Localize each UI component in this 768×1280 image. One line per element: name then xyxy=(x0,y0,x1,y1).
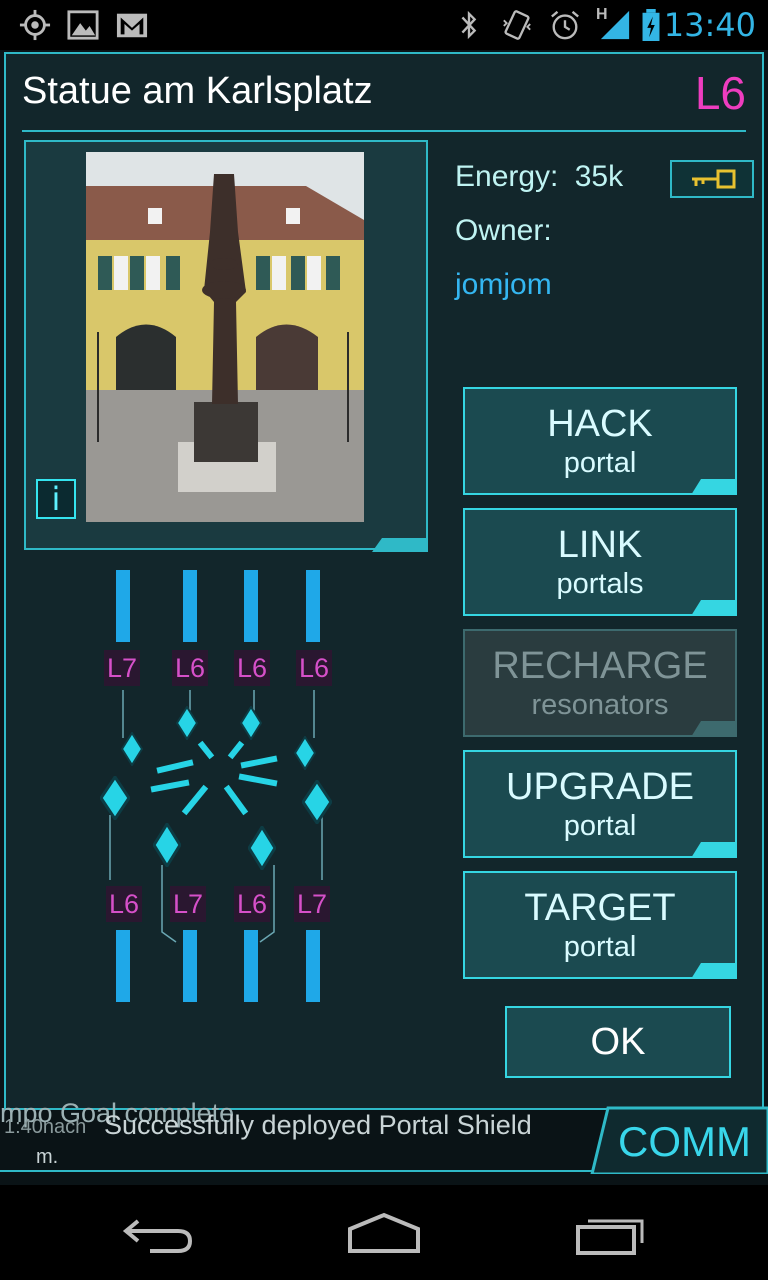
resonator-icon xyxy=(121,732,143,766)
bluetooth-icon xyxy=(461,10,477,40)
target-portal-button[interactable]: TARGET portal xyxy=(463,871,737,979)
resonator-level-label: L6 xyxy=(234,886,270,922)
button-notch xyxy=(691,479,737,495)
hack-button-subtitle: portal xyxy=(563,447,637,479)
resonator-icon xyxy=(248,826,276,870)
portal-level: L6 xyxy=(694,67,746,119)
resonator-energy-bar xyxy=(244,930,258,1002)
button-notch xyxy=(691,842,737,858)
portal-photo[interactable] xyxy=(86,152,364,522)
button-notch xyxy=(691,963,737,979)
resonator-icon xyxy=(294,736,316,770)
upgrade-button-title: UPGRADE xyxy=(506,766,694,808)
button-notch xyxy=(691,600,737,616)
home-icon[interactable] xyxy=(344,1211,424,1255)
recharge-resonators-button[interactable]: RECHARGE resonators xyxy=(463,629,737,737)
resonator-icon xyxy=(100,776,130,820)
upgrade-portal-button[interactable]: UPGRADE portal xyxy=(463,750,737,858)
resonator-energy-bar xyxy=(183,570,197,642)
gallery-icon xyxy=(67,10,99,40)
recent-apps-icon[interactable] xyxy=(574,1213,648,1257)
comm-message-text: Successfully deployed Portal Shield xyxy=(104,1110,532,1140)
resonator-energy-bar xyxy=(116,930,130,1002)
signal-icon xyxy=(600,10,630,40)
recharge-button-title: RECHARGE xyxy=(492,645,708,687)
button-notch xyxy=(691,721,737,737)
key-icon xyxy=(692,169,736,189)
hack-button-title: HACK xyxy=(547,403,653,445)
resonator-energy-bar xyxy=(183,930,197,1002)
clock: 13:40 xyxy=(663,6,756,44)
resonator-energy-bar xyxy=(306,570,320,642)
navigation-bar xyxy=(0,1185,768,1280)
portal-info-button[interactable]: i xyxy=(36,479,76,519)
target-button-subtitle: portal xyxy=(563,931,637,963)
resonator-level-label: L6 xyxy=(106,886,142,922)
resonator-energy-bar xyxy=(306,930,320,1002)
resonator-icon xyxy=(176,706,198,740)
target-button-title: TARGET xyxy=(524,887,676,929)
resonator-energy-bar xyxy=(244,570,258,642)
comm-button-label[interactable]: COMM xyxy=(618,1118,751,1166)
resonator-icon xyxy=(302,780,332,824)
portal-title: Statue am Karlsplatz xyxy=(22,70,373,112)
recharge-button-subtitle: resonators xyxy=(531,689,669,721)
energy-row: Energy: 35k xyxy=(455,160,623,194)
upgrade-button-subtitle: portal xyxy=(563,810,637,842)
back-icon[interactable] xyxy=(120,1215,196,1255)
owner-label: Owner: xyxy=(455,214,552,247)
resonator-icon xyxy=(153,823,181,867)
ok-button[interactable]: OK xyxy=(505,1006,731,1078)
battery-icon xyxy=(642,9,660,41)
vibrate-icon xyxy=(503,10,531,40)
comm-message-continuation: m. xyxy=(36,1146,59,1168)
comm-message-time: 1:40nach xyxy=(4,1116,87,1138)
status-bar: H 13:40 xyxy=(0,0,768,50)
resonator-level-label: L7 xyxy=(170,886,206,922)
energy-value: 35k xyxy=(574,160,624,193)
comm-divider xyxy=(0,1170,600,1172)
energy-label: Energy: xyxy=(455,160,559,193)
link-button-subtitle: portals xyxy=(556,568,644,600)
resonator-level-label: L7 xyxy=(294,886,330,922)
resonator-icon xyxy=(240,706,262,740)
alarm-icon xyxy=(551,10,579,40)
title-divider xyxy=(22,130,746,132)
portal-core-icon xyxy=(150,740,278,816)
link-button-title: LINK xyxy=(557,524,643,566)
gmail-icon xyxy=(116,13,148,38)
portal-key-button[interactable] xyxy=(670,160,754,198)
link-portals-button[interactable]: LINK portals xyxy=(463,508,737,616)
resonator-energy-bar xyxy=(116,570,130,642)
location-icon xyxy=(19,9,51,41)
photo-frame-tab xyxy=(372,538,428,552)
hack-portal-button[interactable]: HACK portal xyxy=(463,387,737,495)
owner-name-link[interactable]: jomjom xyxy=(455,268,552,302)
